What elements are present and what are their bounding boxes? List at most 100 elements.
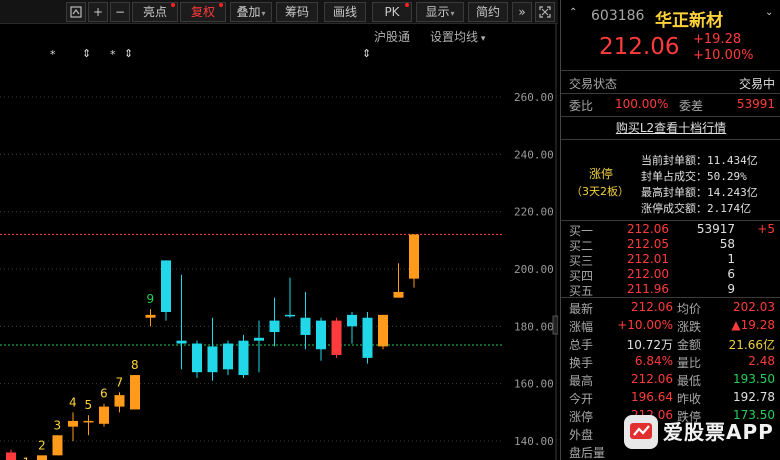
scroll-handle	[552, 315, 558, 335]
chart-toolbar: + − 亮点 复权 叠加▾ 筹码 画线 PK 显示▾ 简约 »	[0, 0, 558, 24]
quote-label: 盘后量	[569, 446, 606, 460]
detail-value: 14.243亿	[707, 186, 758, 199]
stock-code: 603186	[591, 8, 645, 24]
buy-l2-link[interactable]: 购买L2查看十档行情	[616, 121, 726, 135]
status-row: 交易状态 交易中	[561, 73, 780, 93]
quote-row: 最新 212.06 均价 202.03	[561, 299, 780, 317]
quote-label: 金额	[677, 338, 702, 352]
overlay-button[interactable]: 叠加▾	[230, 2, 272, 22]
weibi-row: 委比 100.00% 委差 53991	[561, 96, 780, 116]
bid-row[interactable]: 买四 212.00 6	[561, 267, 780, 283]
quote-value: ▲19.28	[731, 318, 775, 332]
chips-button[interactable]: 筹码	[276, 2, 318, 22]
quote-value: 21.66亿	[728, 338, 775, 352]
weicha-value: 53991	[736, 97, 775, 111]
chevron-up-icon[interactable]: ⌃	[569, 7, 577, 18]
bid-row[interactable]: 买三 212.01 1	[561, 252, 780, 268]
y-tick-label: 200.00	[514, 263, 554, 276]
quote-row: 最高 212.06 最低 193.50	[561, 371, 780, 389]
sequence-label: 5	[85, 398, 93, 412]
chevron-down-icon: ▾	[261, 9, 266, 18]
candle-body	[393, 291, 404, 298]
candle-body	[83, 420, 94, 423]
quote-value: 10.72万	[626, 338, 673, 352]
candle-body	[68, 420, 78, 427]
price-change-pct: +10.00%	[693, 48, 754, 63]
quote-value: 193.50	[733, 372, 775, 386]
candle-body	[362, 317, 373, 358]
resize-icon[interactable]	[66, 2, 86, 22]
minus-icon[interactable]: −	[110, 2, 130, 22]
candle-body	[130, 375, 140, 410]
candle-body	[6, 452, 16, 460]
stock-header: ⌃ 603186 华正新材 ⌄	[561, 6, 780, 31]
y-tick-label: 140.00	[514, 435, 554, 448]
candle-body	[238, 340, 249, 376]
weicha-label: 委差	[679, 99, 704, 113]
bid-price: 212.05	[627, 237, 669, 251]
quote-label: 最低	[677, 374, 702, 388]
bid-row[interactable]: 买一 212.06 53917 +5	[561, 222, 780, 238]
chevron-down-icon: ▾	[450, 9, 455, 18]
status-label: 交易状态	[569, 77, 618, 91]
quote-row: 总手 10.72万 金额 21.66亿	[561, 335, 780, 353]
quote-label: 涨跌	[677, 320, 702, 334]
candle-body	[254, 337, 264, 341]
shgt-link[interactable]: 沪股通	[374, 28, 410, 45]
detail-label: 封单占成交：	[641, 170, 707, 183]
kline-chart[interactable]: 260.00 240.00 220.00 200.00 180.00 160.00 140.…	[0, 24, 558, 460]
bid-price: 212.06	[627, 222, 669, 236]
bid-row[interactable]: 买二 212.05 58	[561, 237, 780, 253]
pk-dot	[405, 3, 409, 7]
double-chevron-right-icon[interactable]: »	[512, 2, 532, 22]
quote-label: 量比	[677, 356, 702, 370]
bid-volume: 58	[719, 237, 735, 251]
simple-button[interactable]: 简约	[468, 2, 508, 22]
ma-settings-link[interactable]: 设置均线 ▾	[430, 28, 485, 45]
event-marker[interactable]: ⇕	[362, 47, 371, 60]
event-marker[interactable]: ⇕	[82, 47, 91, 60]
price-change: +19.28	[693, 32, 742, 47]
event-marker[interactable]: *	[50, 48, 56, 61]
quote-label: 昨收	[677, 392, 702, 406]
y-tick-label: 160.00	[514, 378, 554, 391]
plus-icon[interactable]: +	[88, 2, 108, 22]
candle-body	[300, 317, 311, 335]
kline-svg: 260.00 240.00 220.00 200.00 180.00 160.00 140.…	[0, 24, 558, 460]
limit-up-details: 当前封单额：11.434亿 封单占成交：50.29% 最高封单额：14.243亿…	[641, 153, 758, 217]
candle-body	[145, 314, 156, 318]
quote-value: 212.06	[631, 300, 673, 314]
chevron-down-icon[interactable]: ⌄	[765, 7, 773, 18]
draw-line-button[interactable]: 画线	[324, 2, 366, 22]
candle-body	[316, 320, 326, 350]
quote-value: +10.00%	[617, 318, 673, 332]
candle-body	[37, 455, 47, 460]
bid-row[interactable]: 买五 211.96 9	[561, 282, 780, 298]
watermark: 爱股票APP	[619, 410, 780, 454]
fullscreen-icon[interactable]	[535, 2, 555, 22]
weibi-value: 100.00%	[615, 97, 669, 111]
l2-row: 购买L2查看十档行情	[561, 119, 780, 137]
app-logo-icon	[624, 415, 658, 449]
quote-label: 最新	[569, 302, 594, 316]
candle-body	[192, 343, 202, 373]
quote-panel: ⌃ 603186 华正新材 ⌄ 212.06 +19.28 +10.00% 交易…	[560, 0, 780, 460]
candle-body	[207, 346, 218, 373]
candle-body	[331, 320, 342, 355]
detail-value: 50.29%	[707, 170, 747, 183]
y-tick-label: 260.00	[514, 91, 554, 104]
divider	[561, 70, 780, 71]
display-button[interactable]: 显示▾	[416, 2, 464, 22]
quote-value: 6.84%	[634, 354, 673, 368]
sequence-label: 1	[23, 456, 31, 460]
y-tick-label: 240.00	[514, 148, 554, 161]
candle-body	[347, 314, 357, 327]
divider	[561, 93, 780, 94]
price-row: 212.06 +19.28 +10.00%	[561, 32, 780, 68]
quote-label: 外盘	[569, 428, 594, 442]
limit-up-title: 涨停	[589, 167, 614, 181]
bid-price: 211.96	[627, 282, 669, 296]
event-marker[interactable]: *	[110, 48, 116, 61]
quote-label: 换手	[569, 356, 594, 370]
event-marker[interactable]: ⇕	[124, 47, 133, 60]
